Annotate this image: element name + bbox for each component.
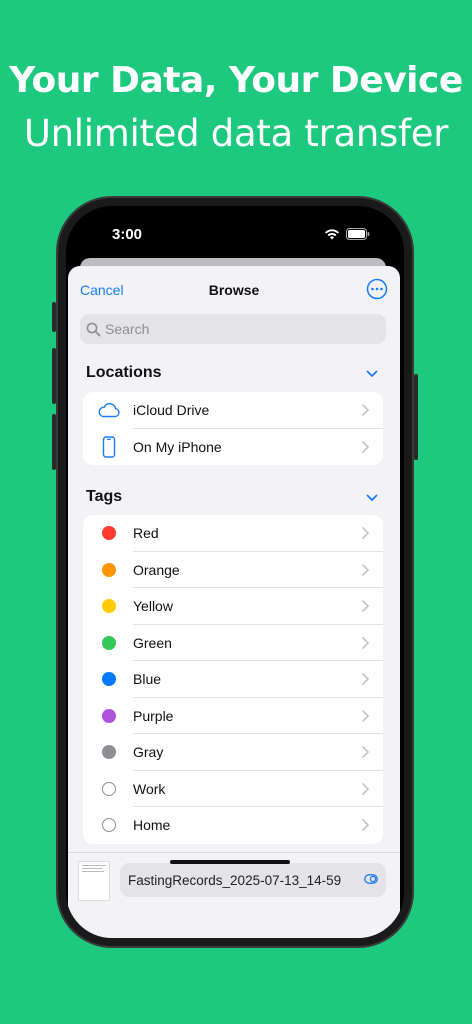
battery-icon (346, 228, 370, 240)
tag-row-green[interactable]: Green (83, 625, 383, 661)
tag-row-yellow[interactable]: Yellow (83, 588, 383, 625)
location-label: On My iPhone (133, 438, 222, 455)
locations-header[interactable]: Locations (86, 364, 162, 382)
tag-color-icon (97, 594, 121, 618)
nav-bar: Cancel Browse (68, 266, 400, 312)
tag-color-icon (97, 740, 121, 764)
chevron-right-icon (362, 673, 369, 685)
chevron-right-icon (362, 819, 369, 831)
tags-list: Red Orange Yellow Green Blue Purple Gray Work Ho… (83, 515, 383, 844)
chevron-right-icon (362, 636, 369, 649)
filename-text: FastingRecords_2025-07-13_14-59 (128, 873, 342, 888)
locations-list: iCloud Drive On My iPhone (83, 392, 383, 465)
promo-subline: Unlimited data transfer (23, 112, 449, 155)
chevron-down-icon[interactable] (366, 370, 378, 378)
location-icloud-drive[interactable]: iCloud Drive (83, 392, 383, 429)
tag-label: Gray (133, 744, 164, 761)
tag-color-icon (97, 667, 121, 691)
promo-headline: Your Data, Your Device (9, 60, 463, 101)
browse-sheet: Cancel Browse Search Locations iCloud Dr… (68, 266, 400, 938)
wifi-icon (325, 229, 339, 240)
more-options-icon[interactable] (366, 278, 388, 300)
cloud-icon (97, 398, 121, 422)
tag-label: Blue (133, 671, 162, 688)
chevron-right-icon (362, 746, 369, 758)
chevron-right-icon (362, 404, 369, 416)
file-thumbnail (78, 861, 110, 901)
filename-field[interactable]: FastingRecords_2025-07-13_14-59 (120, 863, 386, 897)
chevron-down-icon[interactable] (366, 494, 378, 502)
location-label: iCloud Drive (133, 402, 210, 419)
chevron-right-icon (362, 527, 369, 539)
toggle-icon[interactable] (364, 874, 378, 884)
tag-row-home[interactable]: Home (83, 807, 383, 844)
tag-color-icon (97, 521, 121, 545)
tag-label: Work (133, 780, 166, 797)
tag-row-orange[interactable]: Orange (83, 552, 383, 588)
chevron-right-icon (362, 440, 369, 453)
tag-label: Purple (133, 707, 174, 724)
home-indicator (170, 860, 290, 864)
nav-title: Browse (208, 282, 260, 298)
tag-label: Orange (133, 561, 180, 578)
tag-row-blue[interactable]: Blue (83, 661, 383, 698)
tag-row-gray[interactable]: Gray (83, 734, 383, 771)
status-time: 3:00 (112, 226, 143, 243)
tag-row-work[interactable]: Work (83, 771, 383, 807)
chevron-right-icon (362, 563, 369, 576)
location-on-my-iphone[interactable]: On My iPhone (83, 429, 383, 466)
save-bar: FastingRecords_2025-07-13_14-59 (68, 852, 400, 938)
chevron-right-icon (362, 600, 369, 612)
phone-screen: 3:00 Cancel Browse Search Locations iClo… (66, 206, 404, 938)
tag-row-purple[interactable]: Purple (83, 698, 383, 734)
tag-label: Red (133, 525, 159, 542)
search-input[interactable]: Search (80, 314, 386, 344)
iphone-icon (97, 435, 121, 459)
search-placeholder: Search (105, 321, 150, 337)
search-icon (86, 322, 101, 336)
tag-label: Green (133, 634, 172, 651)
chevron-right-icon (362, 782, 369, 795)
tag-color-icon (97, 631, 121, 655)
status-icons (324, 228, 370, 240)
tag-label: Home (133, 817, 171, 834)
tag-row-red[interactable]: Red (83, 515, 383, 552)
tags-header[interactable]: Tags (86, 488, 122, 506)
tag-color-icon (97, 813, 121, 837)
chevron-right-icon (362, 709, 369, 722)
tag-label: Yellow (133, 598, 173, 615)
tag-color-icon (97, 558, 121, 582)
tag-color-icon (97, 777, 121, 801)
tag-color-icon (97, 704, 121, 728)
